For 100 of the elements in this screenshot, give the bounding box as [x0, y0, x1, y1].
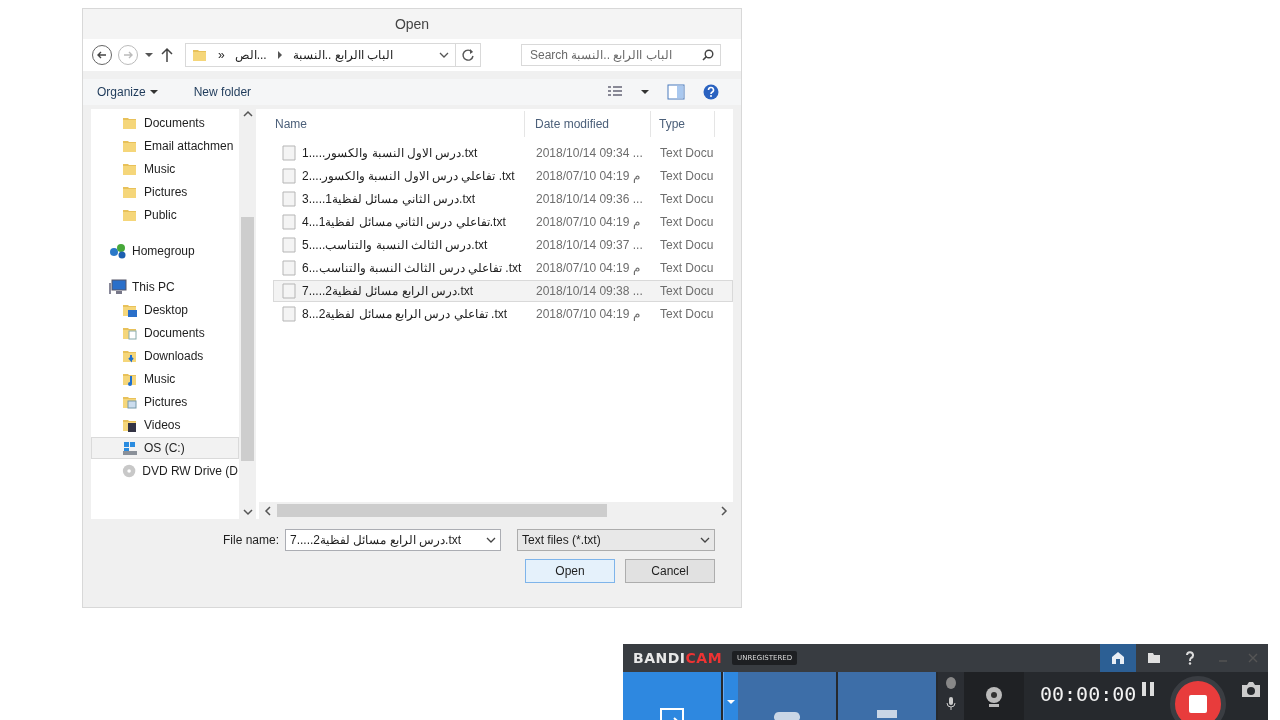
file-name: 1.....درس الاول النسبة والكسور.txt	[302, 146, 478, 160]
sidebar-item[interactable]: Music	[91, 158, 239, 180]
sidebar-item[interactable]: Documents	[91, 322, 239, 344]
sidebar-item[interactable]: Music	[91, 368, 239, 390]
file-name: 6...تفاعلي درس الثالث النسبة والتناسب .txt	[302, 261, 522, 275]
scrollbar-thumb[interactable]	[241, 217, 254, 461]
webcam-icon[interactable]	[984, 686, 1004, 708]
date-modified: 2018/10/14 09:36 ...	[535, 192, 644, 206]
date-modified: 2018/07/10 م 04:19	[535, 261, 641, 275]
column-header[interactable]: Date modified	[525, 111, 651, 137]
folder-icon	[122, 184, 138, 200]
breadcrumb-item[interactable]: ...الص	[234, 48, 267, 62]
text-file-icon	[282, 214, 296, 230]
view-list-icon[interactable]	[607, 85, 623, 99]
search-field[interactable]: Search الباب االرابع ..النسبة	[521, 44, 721, 66]
sidebar-item[interactable]: Downloads	[91, 345, 239, 367]
date-modified: 2018/10/14 09:37 ...	[535, 238, 644, 252]
folder-icon	[122, 302, 138, 318]
pause-icon[interactable]	[1140, 680, 1156, 698]
stop-button[interactable]	[1170, 676, 1226, 720]
scroll-up-icon	[242, 109, 253, 119]
text-file-icon	[282, 168, 296, 184]
mode-tab[interactable]	[738, 672, 838, 720]
file-type-dropdown[interactable]: Text files (*.txt)	[517, 529, 715, 551]
folder-icon[interactable]	[1147, 652, 1161, 664]
mode-tab[interactable]	[838, 672, 938, 720]
camera-icon[interactable]	[1240, 680, 1262, 698]
back-icon[interactable]	[91, 44, 113, 66]
text-file-icon	[282, 260, 296, 276]
text-file-icon	[282, 191, 296, 207]
help-icon[interactable]	[1185, 651, 1195, 665]
date-modified: 2018/10/14 09:38 ...	[535, 284, 644, 298]
breadcrumb-item[interactable]: الباب االرابع ..النسبة	[292, 48, 394, 62]
sidebar-item[interactable]: Email attachmen	[91, 135, 239, 157]
file-name-label: File name:	[222, 533, 279, 547]
text-file-icon	[282, 283, 296, 299]
open-button[interactable]: Open	[525, 559, 615, 583]
file-name-field[interactable]: 7.....درس الرابع مسائل لفظية2.txt	[285, 529, 501, 551]
sidebar-item[interactable]: Pictures	[91, 181, 239, 203]
overflow-chevron[interactable]: »	[218, 48, 225, 62]
microphone-icon[interactable]	[946, 696, 956, 710]
window-title: Open	[394, 16, 430, 32]
file-type: Text Docu	[659, 238, 715, 252]
help-icon[interactable]	[703, 84, 719, 100]
app-logo: BANDICAM	[633, 650, 723, 666]
scrollbar-thumb[interactable]	[277, 504, 607, 517]
search-icon	[702, 49, 714, 61]
column-header[interactable]: Name	[259, 111, 525, 137]
sidebar-item[interactable]: Documents	[91, 112, 239, 134]
file-type: Text Docu	[659, 169, 715, 183]
file-name: 7.....درس الرابع مسائل لفظية2.txt	[302, 284, 474, 298]
file-type: Text Docu	[659, 284, 715, 298]
text-file-icon	[282, 237, 296, 253]
scrollbar[interactable]	[259, 502, 733, 519]
file-name: 3.....درس الثاني مسائل لفظية1.txt	[302, 192, 476, 206]
file-type: Text Docu	[659, 307, 715, 321]
file-type: Text Docu	[659, 192, 715, 206]
sidebar-item[interactable]: OS (C:)	[91, 437, 239, 459]
chevron-icon	[276, 50, 283, 60]
caret-icon	[727, 699, 735, 705]
caret-icon[interactable]	[641, 89, 649, 95]
text-file-icon	[282, 306, 296, 322]
folder-icon	[122, 161, 138, 177]
file-name: 2....تفاعلي درس الاول النسبة والكسور .txt	[302, 169, 515, 183]
organize-button[interactable]: Organize	[93, 83, 162, 101]
homegroup-icon	[109, 243, 127, 259]
caret-icon	[149, 89, 158, 95]
disc-icon	[122, 463, 137, 479]
sidebar-item[interactable]: Pictures	[91, 391, 239, 413]
date-modified: 2018/07/10 م 04:19	[535, 169, 641, 183]
file-name: 5.....درس الثالث النسبة والتناسب.txt	[302, 238, 488, 252]
stop-icon	[1189, 695, 1207, 713]
cancel-button[interactable]: Cancel	[625, 559, 715, 583]
file-type: Text Docu	[659, 215, 715, 229]
file-type: Text Docu	[659, 261, 715, 275]
mouse-icon[interactable]	[944, 676, 958, 690]
sidebar-item[interactable]: Desktop	[91, 299, 239, 321]
folder-icon	[122, 371, 138, 387]
chevron-down-icon	[700, 536, 710, 544]
column-header[interactable]: Type	[651, 111, 715, 137]
recording-timer: 00:00:00	[1040, 682, 1137, 708]
sidebar-item[interactable]: Public	[91, 204, 239, 226]
scroll-right-icon	[719, 505, 729, 516]
refresh-icon[interactable]	[461, 48, 475, 62]
address-bar[interactable]: » الباب االرابع ..النسبة ...الص	[185, 43, 481, 67]
date-modified: 2018/10/14 09:34 ...	[535, 146, 644, 160]
folder-icon	[122, 115, 138, 131]
new-folder-button[interactable]: New folder	[189, 83, 256, 101]
folder-icon	[122, 394, 138, 410]
home-tab[interactable]	[1100, 644, 1136, 672]
folder-icon	[122, 417, 138, 433]
date-modified: 2018/07/10 م 04:19	[535, 307, 641, 321]
file-type: Text Docu	[659, 146, 715, 160]
date-modified: 2018/07/10 م 04:19	[535, 215, 641, 229]
text-file-icon	[282, 145, 296, 161]
sidebar-item[interactable]: Homegroup	[91, 240, 239, 262]
folder-icon	[122, 348, 138, 364]
sidebar-item[interactable]: This PC	[91, 276, 239, 298]
sidebar-item[interactable]: Videos	[91, 414, 239, 436]
sidebar-item[interactable]: DVD RW Drive (D	[91, 460, 239, 482]
